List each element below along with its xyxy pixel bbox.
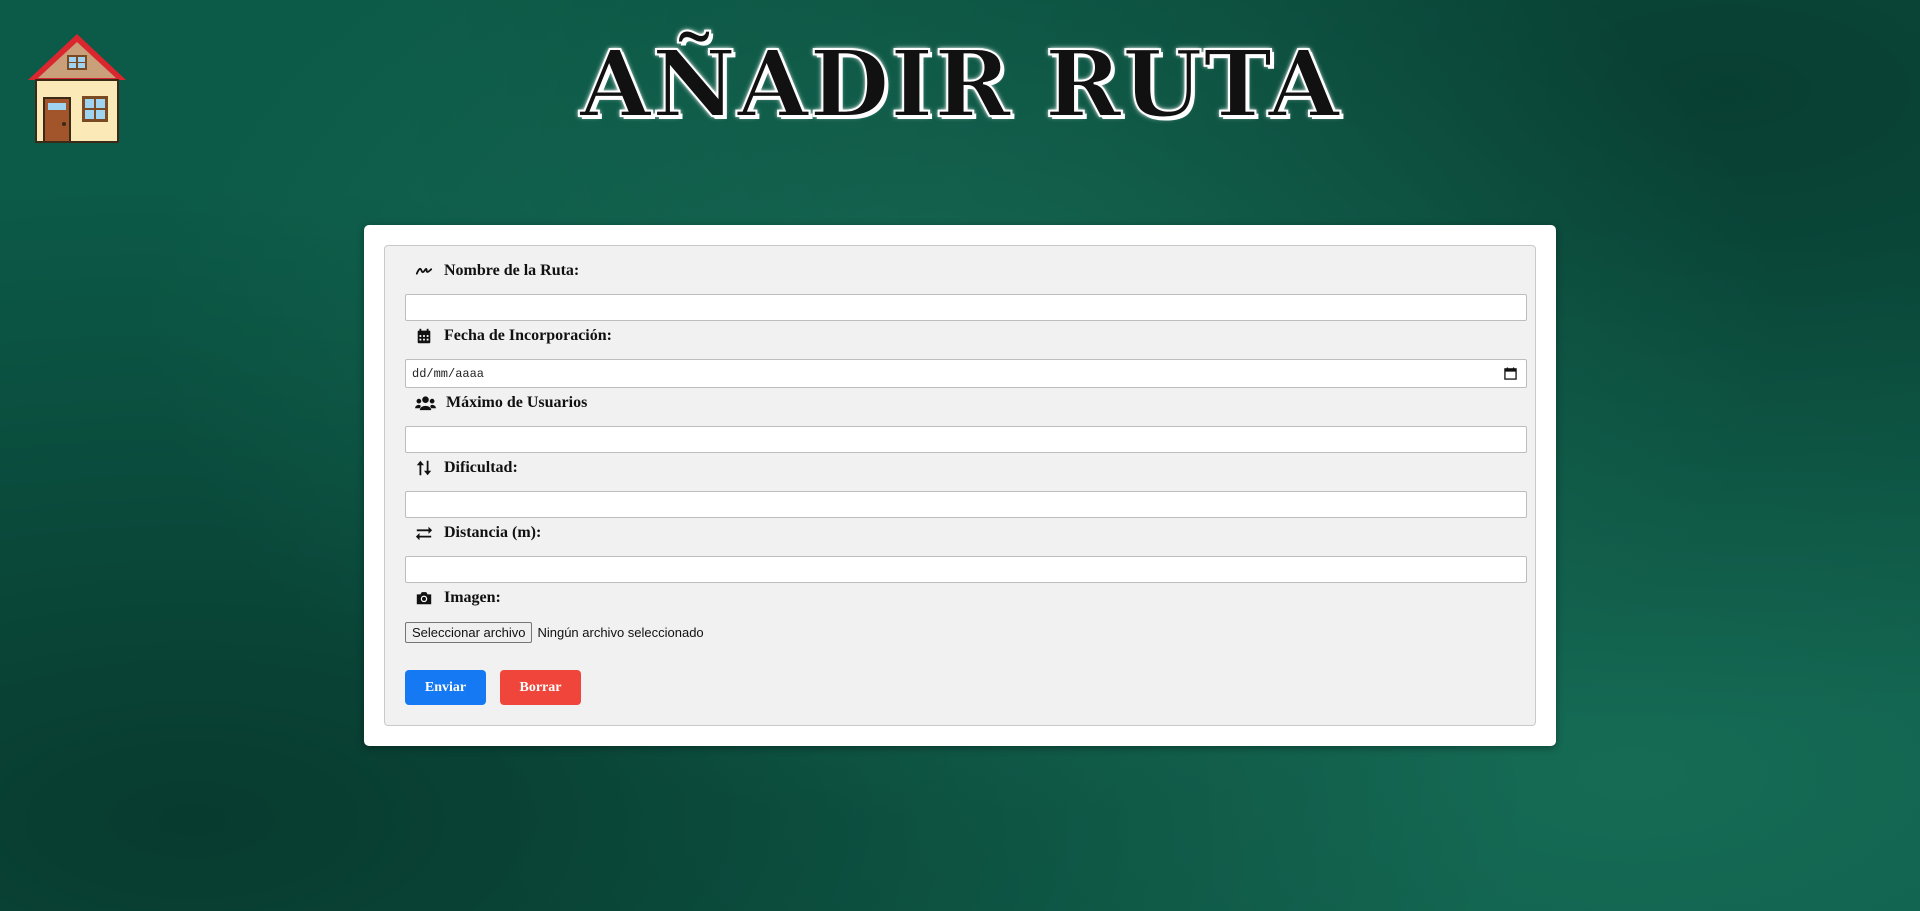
calendar-icon: [414, 326, 434, 346]
maximo-input[interactable]: [405, 426, 1527, 453]
fecha-label: Fecha de Incorporación:: [414, 325, 612, 347]
sort-arrows-icon: [414, 458, 434, 478]
reset-button[interactable]: Borrar: [500, 670, 581, 705]
dificultad-input[interactable]: [405, 491, 1527, 518]
fecha-input-text: dd/mm/aaaa: [412, 366, 485, 381]
dificultad-label: Dificultad:: [414, 457, 518, 479]
maximo-label-text: Máximo de Usuarios: [446, 394, 588, 411]
dificultad-label-text: Dificultad:: [444, 459, 518, 476]
imagen-label: Imagen:: [414, 587, 501, 609]
distancia-label-text: Distancia (m):: [444, 524, 542, 541]
camera-icon: [414, 588, 434, 608]
nombre-label: Nombre de la Ruta:: [414, 260, 579, 282]
nombre-input[interactable]: [405, 294, 1527, 321]
calendar-picker-icon[interactable]: [1502, 366, 1518, 382]
exchange-arrows-icon: [414, 523, 434, 543]
signature-icon: [414, 261, 434, 281]
fecha-label-text: Fecha de Incorporación:: [444, 327, 612, 344]
maximo-label: Máximo de Usuarios: [414, 392, 587, 414]
nombre-label-text: Nombre de la Ruta:: [444, 262, 580, 279]
select-file-button[interactable]: Seleccionar archivo: [405, 621, 533, 643]
imagen-label-text: Imagen:: [444, 589, 501, 606]
file-status-text: Ningún archivo seleccionado: [537, 624, 704, 640]
imagen-file-input: Seleccionar archivo Ningún archivo selec…: [405, 621, 704, 643]
page-title: AÑADIR RUTA: [579, 30, 1341, 138]
distancia-label: Distancia (m):: [414, 522, 541, 544]
route-form: Nombre de la Ruta: Fecha de Incorporació…: [384, 245, 1536, 726]
form-card: Nombre de la Ruta: Fecha de Incorporació…: [364, 225, 1556, 746]
fecha-input[interactable]: dd/mm/aaaa: [405, 359, 1527, 388]
users-icon: [414, 393, 436, 413]
distancia-input[interactable]: [405, 556, 1527, 583]
submit-button[interactable]: Enviar: [405, 670, 486, 705]
